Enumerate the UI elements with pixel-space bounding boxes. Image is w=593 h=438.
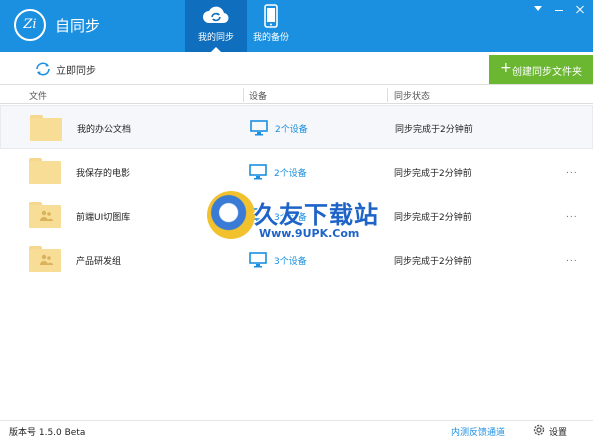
monitor-icon [249,252,267,268]
watermark: 久友下载站 Www.9UPK.Com [207,191,387,243]
plus-icon: + [500,60,512,76]
cloud-sync-icon [203,6,229,24]
more-options-icon[interactable]: ... [566,166,578,176]
gear-icon [533,424,545,436]
sync-status: 同步完成于2分钟前 [395,125,473,135]
app-logo-text: Zi [23,17,37,32]
folder-icon [30,115,62,141]
sync-status: 同步完成于2分钟前 [394,257,472,267]
tab-my-backup-label: 我的备份 [252,33,289,43]
monitor-icon [249,164,267,180]
table-row[interactable]: 我保存的电影 2个设备 同步完成于2分钟前 ... [0,149,593,193]
table-header: 文件 设备 同步状态 [0,86,593,104]
tab-my-sync[interactable]: 我的同步 [185,0,247,52]
column-header-device[interactable]: 设备 [249,89,267,102]
more-options-icon[interactable]: ... [566,210,578,220]
folder-icon [29,158,61,184]
phone-icon [264,4,278,28]
device-count-link[interactable]: 2个设备 [275,122,308,135]
watermark-title: 久友下载站 [254,201,379,229]
folder-name: 前端UI切图库 [76,213,131,223]
window-controls [527,2,587,16]
create-sync-folder-button[interactable]: + 创建同步文件夹 [489,55,593,84]
sync-now-label: 立即同步 [56,66,96,77]
feedback-link[interactable]: 内测反馈通道 [451,425,505,438]
menu-dropdown-icon[interactable] [531,2,545,16]
close-icon[interactable] [573,2,587,16]
shared-folder-icon [29,202,61,228]
shared-folder-icon [29,246,61,272]
table-row[interactable]: 我的办公文档 2个设备 同步完成于2分钟前 [0,105,593,149]
watermark-url: Www.9UPK.Com [259,227,360,240]
status-bar: 版本号 1.5.0 Beta 内测反馈通道 设置 [0,420,593,438]
app-logo: Zi [14,9,46,41]
monitor-icon [250,120,268,136]
tab-my-backup[interactable]: 我的备份 [240,0,302,52]
watermark-logo [207,191,255,239]
column-header-status[interactable]: 同步状态 [394,89,430,102]
folder-name: 我的办公文档 [77,125,132,135]
folder-name: 我保存的电影 [76,169,131,179]
people-icon [40,210,53,221]
sync-status: 同步完成于2分钟前 [394,169,472,179]
device-count-link[interactable]: 3个设备 [274,254,307,267]
table-row[interactable]: 产品研发组 3个设备 同步完成于2分钟前 ... [0,237,593,281]
title-bar: Zi 自同步 我的同步 我的备份 [0,0,593,52]
device-count-link[interactable]: 2个设备 [274,166,307,179]
folder-name: 产品研发组 [76,257,122,267]
column-divider[interactable] [387,88,388,102]
app-title: 自同步 [55,17,101,35]
sync-status: 同步完成于2分钟前 [394,213,472,223]
version-label: 版本号 1.5.0 Beta [9,428,86,438]
refresh-icon [36,62,50,76]
create-sync-folder-label: 创建同步文件夹 [512,67,582,78]
more-options-icon[interactable]: ... [566,254,578,264]
minimize-icon[interactable] [552,2,566,16]
people-icon [40,254,53,265]
column-divider[interactable] [243,88,244,102]
settings-label: 设置 [549,428,568,438]
column-header-file[interactable]: 文件 [29,89,47,102]
tab-my-sync-label: 我的同步 [197,33,234,43]
